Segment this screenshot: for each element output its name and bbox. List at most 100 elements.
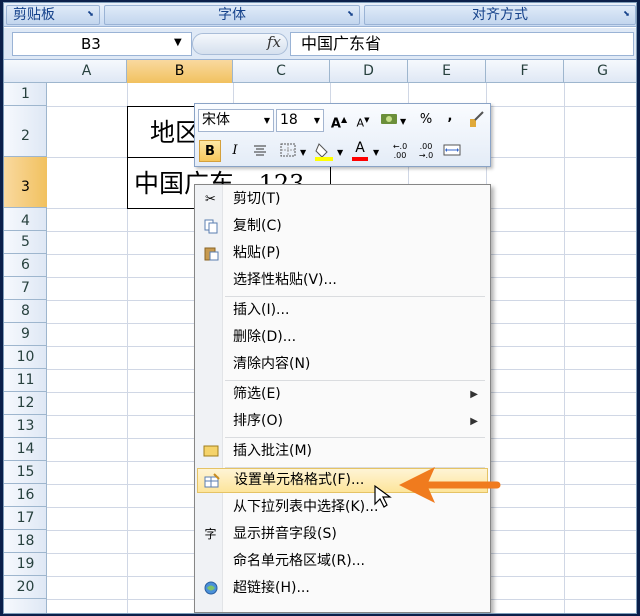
percent-style-button[interactable]: % <box>415 109 437 131</box>
row-header[interactable]: 2 <box>4 106 47 157</box>
scissors-icon: ✂ <box>205 192 216 207</box>
chevron-down-icon[interactable]: ▼ <box>373 148 379 157</box>
column-header-c[interactable]: C <box>233 60 330 83</box>
formula-bar: B3 ▼ fx 中国广东省 <box>4 28 636 60</box>
chevron-down-icon[interactable]: ▼ <box>300 148 306 157</box>
borders-icon <box>280 143 296 157</box>
accounting-format-button[interactable] <box>378 109 400 131</box>
font-name-value: 宋体 <box>202 112 230 128</box>
chevron-down-icon[interactable]: ▼ <box>174 37 182 48</box>
column-header-a[interactable]: A <box>47 60 127 83</box>
menu-item-label: 插入批注(M) <box>233 443 313 459</box>
menu-item-filter[interactable]: 筛选(E) ▶ <box>197 382 488 407</box>
hyperlink-icon <box>202 580 219 597</box>
menu-item-delete[interactable]: 删除(D)... <box>197 325 488 350</box>
increase-decimal-button[interactable]: ←.0.00 <box>389 140 411 162</box>
ribbon-group-font-label: 字体 <box>218 7 246 23</box>
comma-style-button[interactable]: , <box>439 106 461 128</box>
insert-function-icon[interactable]: fx <box>267 33 281 51</box>
menu-item-label: 粘贴(P) <box>233 245 281 261</box>
italic-button[interactable]: I <box>224 140 246 162</box>
dialog-launcher-icon[interactable]: ⬊ <box>621 9 632 20</box>
row-header[interactable]: 15 <box>4 461 47 484</box>
cell-b2-value: 地区 <box>150 118 201 147</box>
dialog-launcher-icon[interactable]: ⬊ <box>345 9 356 20</box>
menu-item-define-name[interactable]: 命名单元格区域(R)... <box>197 549 488 574</box>
row-header[interactable]: 18 <box>4 530 47 553</box>
menu-separator <box>225 380 485 381</box>
submenu-arrow-icon: ▶ <box>470 416 478 427</box>
column-header-e[interactable]: E <box>408 60 486 83</box>
column-header-d[interactable]: D <box>330 60 408 83</box>
shrink-font-icon: A <box>356 116 365 130</box>
ribbon-group-bar: 剪贴板 ⬊ 字体 ⬊ 对齐方式 ⬊ <box>4 3 636 27</box>
row-header[interactable]: 9 <box>4 323 47 346</box>
comment-icon <box>202 443 219 460</box>
row-header[interactable]: 10 <box>4 346 47 369</box>
format-painter-button[interactable] <box>465 109 487 131</box>
ribbon-group-alignment-label: 对齐方式 <box>472 7 528 23</box>
menu-item-insert[interactable]: 插入(I)... <box>197 298 488 323</box>
row-header[interactable]: 4 <box>4 208 47 231</box>
column-header-b[interactable]: B <box>127 60 233 83</box>
row-header[interactable]: 11 <box>4 369 47 392</box>
column-header-g[interactable]: G <box>564 60 636 83</box>
row-header[interactable]: 20 <box>4 576 47 599</box>
font-size-value: 18 <box>280 112 298 128</box>
menu-item-label: 清除内容(N) <box>233 356 311 372</box>
font-color-swatch <box>352 157 368 161</box>
currency-icon <box>381 114 397 124</box>
row-header[interactable]: 7 <box>4 277 47 300</box>
menu-item-label: 选择性粘贴(V)... <box>233 272 337 288</box>
font-color-icon: A <box>355 140 365 156</box>
row-header[interactable]: 1 <box>4 83 47 106</box>
menu-item-clear-contents[interactable]: 清除内容(N) <box>197 352 488 377</box>
fill-color-button[interactable] <box>313 140 335 162</box>
italic-icon: I <box>232 143 238 158</box>
menu-item-show-phonetic[interactable]: 字 显示拼音字段(S) <box>197 522 488 547</box>
dialog-launcher-icon[interactable]: ⬊ <box>85 9 96 20</box>
row-header[interactable]: 8 <box>4 300 47 323</box>
name-box[interactable]: B3 <box>12 32 192 56</box>
bold-button[interactable]: B <box>199 140 221 162</box>
row-header[interactable]: 19 <box>4 553 47 576</box>
row-header[interactable]: 13 <box>4 415 47 438</box>
chevron-down-icon: ▼ <box>263 116 270 125</box>
column-header-bar: A B C D E F G <box>4 60 636 83</box>
chevron-down-icon[interactable]: ▼ <box>337 148 343 157</box>
borders-button[interactable] <box>277 140 299 162</box>
decrease-decimal-button[interactable]: .00 →.0 <box>415 140 437 162</box>
formula-input[interactable]: 中国广东省 <box>290 32 634 56</box>
grow-font-button[interactable]: A▲ <box>328 109 350 131</box>
column-header-f[interactable]: F <box>486 60 564 83</box>
menu-item-copy[interactable]: 复制(C) <box>197 214 488 239</box>
chevron-down-icon[interactable]: ▼ <box>400 117 406 126</box>
menu-separator <box>225 296 485 297</box>
center-align-button[interactable] <box>249 140 271 162</box>
menu-item-sort[interactable]: 排序(O) ▶ <box>197 409 488 434</box>
format-painter-icon <box>470 111 484 127</box>
menu-item-hyperlink[interactable]: 超链接(H)... <box>197 576 488 601</box>
row-header[interactable]: 14 <box>4 438 47 461</box>
row-header[interactable]: 12 <box>4 392 47 415</box>
merge-center-button[interactable] <box>441 140 463 162</box>
row-header-selected[interactable]: 3 <box>4 157 47 208</box>
merge-center-icon <box>443 144 461 156</box>
fill-color-icon <box>315 143 333 161</box>
font-color-button[interactable]: A <box>349 140 371 162</box>
font-name-combo[interactable]: 宋体 ▼ <box>198 109 274 132</box>
row-header[interactable]: 6 <box>4 254 47 277</box>
chevron-down-icon: ▼ <box>313 116 320 125</box>
row-header[interactable]: 17 <box>4 507 47 530</box>
menu-item-cut[interactable]: ✂ 剪切(T) <box>197 187 488 212</box>
row-header[interactable]: 16 <box>4 484 47 507</box>
menu-item-paste-special[interactable]: 选择性粘贴(V)... <box>197 268 488 293</box>
font-size-combo[interactable]: 18 ▼ <box>276 109 324 132</box>
menu-item-label: 复制(C) <box>233 218 282 234</box>
menu-item-label: 从下拉列表中选择(K)... <box>233 499 379 515</box>
menu-item-paste[interactable]: 粘贴(P) <box>197 241 488 266</box>
gridline <box>564 83 565 613</box>
row-header[interactable]: 5 <box>4 231 47 254</box>
menu-item-label: 插入(I)... <box>233 302 290 318</box>
shrink-font-button[interactable]: A▼ <box>352 109 374 131</box>
